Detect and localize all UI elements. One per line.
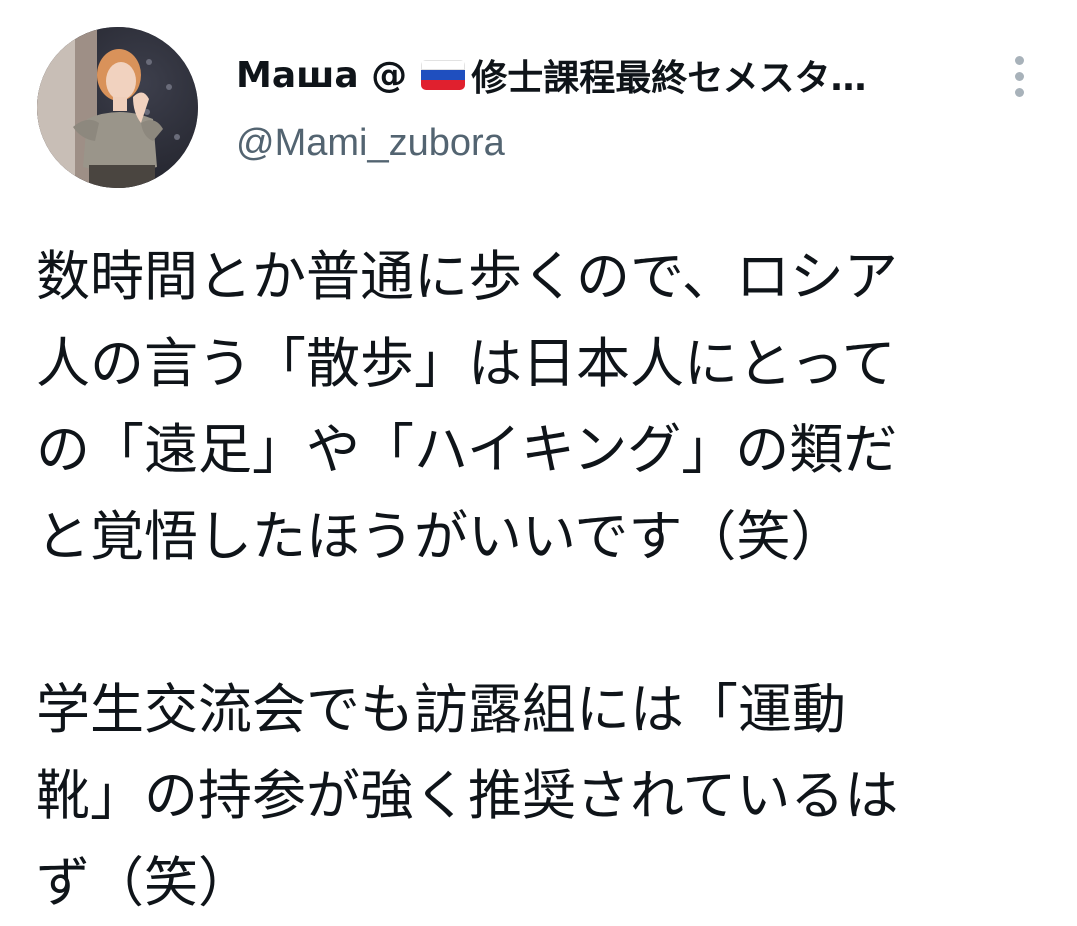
tweet-text-line: の「遠足」や「ハイキング」の類だ <box>36 407 1056 494</box>
profile-photo <box>37 27 198 188</box>
display-name-suffix: 修士課程最終セメスタ… <box>471 49 866 101</box>
tweet-card: Маша @ 修士課程最終セメスタ… @Mami_zubora 数時間とか普通に… <box>0 0 1077 894</box>
paragraph-break <box>36 580 1056 667</box>
more-vertical-icon-dot <box>1015 88 1024 97</box>
tweet-text-line: ず（笑） <box>36 840 1056 926</box>
russia-flag-icon <box>421 60 465 90</box>
more-options-button[interactable] <box>1004 54 1036 98</box>
tweet-text-line: 学生交流会でも訪露組には「運動 <box>36 667 1056 754</box>
avatar[interactable] <box>37 27 198 188</box>
more-vertical-icon-dot <box>1015 72 1024 81</box>
display-name[interactable]: Маша @ 修士課程最終セメスタ… <box>236 50 866 100</box>
tweet-text-line: 人の言う「散歩」は日本人にとって <box>36 321 1056 408</box>
tweet-text-line: 靴」の持参が強く推奨されているは <box>36 753 1056 840</box>
more-vertical-icon <box>1015 56 1024 65</box>
tweet-text-line: と覚悟したほうがいいです（笑） <box>36 494 1056 581</box>
tweet-text: 数時間とか普通に歩くので、ロシア 人の言う「散歩」は日本人にとって の「遠足」や… <box>36 234 1056 926</box>
user-handle[interactable]: @Mami_zubora <box>236 122 505 165</box>
display-name-text: Маша @ <box>236 55 407 96</box>
tweet-text-line: 数時間とか普通に歩くので、ロシア <box>36 234 1056 321</box>
